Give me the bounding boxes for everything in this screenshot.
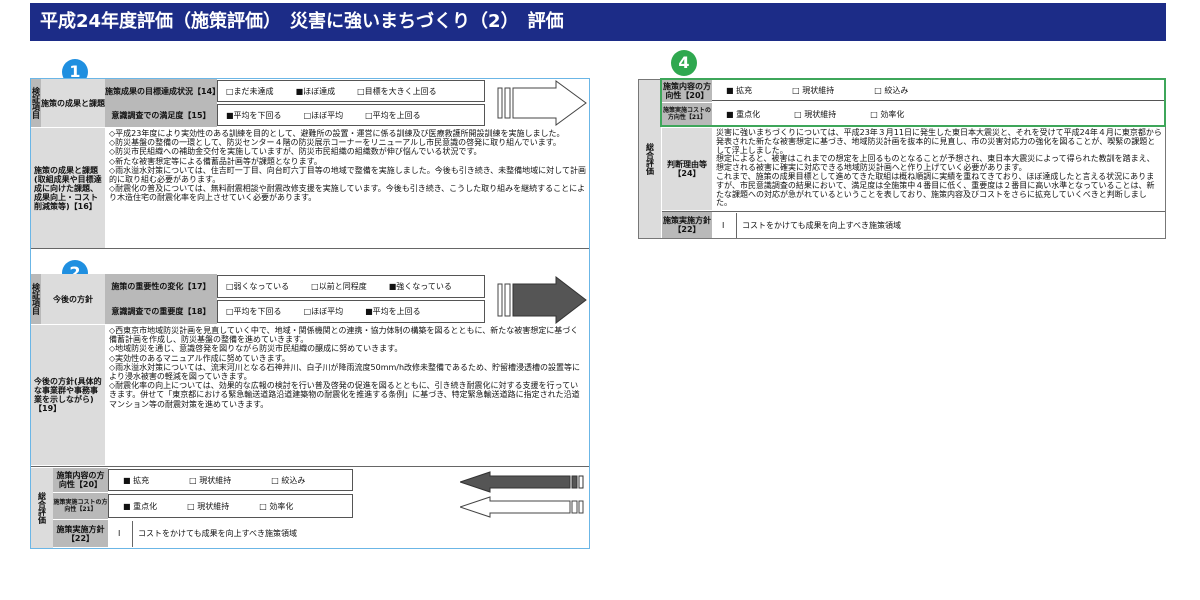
future-text: ◇西東京市地域防災計画を見直していく中で、地域・関係機関との連携・協力体制の構築… (106, 325, 589, 465)
text-line: ◇地域防災を通じ、意識啓発を図りながら防災市民組織の醸成に努めていきます。 (109, 344, 403, 354)
text-line: 想定によると、被害はこれまでの想定を上回るものとなることが予想され、東日本大震災… (716, 154, 1155, 173)
option-row: □弱くなっている □以前と同程度 ■強くなっている (217, 275, 485, 298)
row-label: 施策実施方針【22】 (662, 212, 712, 238)
row-label: 意識調査での重要度【18】 (105, 299, 217, 324)
text-line: ◇耐震化率の向上については、効果的な広報の検討を行い普及啓発の促進を図るとともに… (109, 381, 580, 409)
divider (662, 211, 1165, 212)
row-label: 施策実施方針【22】 (53, 520, 108, 547)
text-line: ◇耐震化の普及については、無料耐震相談や耐震改修支援を実施しています。今後も引き… (109, 184, 586, 203)
option[interactable]: □平均を下回る (226, 306, 282, 317)
policy-number: I (722, 221, 725, 230)
side-label: 総合評価 (31, 468, 53, 548)
side-label: 総合評価 (639, 80, 661, 238)
option[interactable]: □ 効率化 (870, 109, 904, 120)
option[interactable]: □まだ未達成 (226, 86, 274, 97)
option[interactable]: □ほぼ平均 (304, 306, 344, 317)
option[interactable]: □ 絞込み (271, 475, 305, 486)
option[interactable]: ■ほぼ達成 (296, 86, 336, 97)
outcome-text: ◇平成23年度により実効性のある訓練を目的として、避難所の設置・運営に係る訓練及… (106, 128, 589, 248)
policy-text: コストをかけても成果を向上すべき施策領域 (742, 221, 902, 230)
option-row: ■ 重点化 □ 現状維持 □ 効率化 (712, 104, 1164, 124)
row-label: 施策成果の目標達成状況【14】 (105, 79, 220, 103)
row-label: 意識調査での満足度【15】 (105, 103, 217, 127)
text-line: ◇平成23年度により実効性のある訓練を目的として、避難所の設置・運営に係る訓練及… (109, 129, 565, 138)
row-label: 施策実施コストの方向性【21】 (662, 103, 712, 125)
text-line: ◇雨水溢水対策については、流末河川となる石神井川、白子川が降雨流度50mm/h改… (109, 362, 580, 382)
trend-arrow-icon (497, 80, 587, 126)
text-line: ◇西東京市地域防災計画を見直していく中で、地域・関係機関との連携・協力体制の構築… (109, 326, 579, 345)
option-row: ■ 拡充 □ 現状維持 □ 絞込み (712, 81, 1164, 101)
page-title: 平成24年度評価（施策評価） 災害に強いまちづくり（2） 評価 (30, 3, 1166, 41)
divider (736, 213, 737, 238)
reason-text: 災害に強いまちづくりについては、平成23年３月11日に発生した東日本大震災と、そ… (713, 128, 1165, 210)
step-badge-4: 4 (671, 50, 697, 76)
option[interactable]: □ 現状維持 (794, 109, 836, 120)
option[interactable]: □ 現状維持 (792, 85, 834, 96)
divider (31, 248, 589, 249)
reason-label: 判断理由等【24】 (662, 128, 712, 210)
outcome-label: 施策の成果と課題(取組成果や目標達成に向けた課題、成果向上・コスト削減策等)【1… (31, 128, 105, 248)
text-line: 災害に強いまちづくりについては、平成23年３月11日に発生した東日本大震災と、そ… (716, 128, 1162, 155)
option[interactable]: ■ 重点化 (726, 109, 760, 120)
text-line: ◇雨水溢水対策については、住吉町一丁目、向台町六丁目等の地域で整備を実施しました… (109, 165, 586, 185)
row-label: 施策内容の方向性【20】 (53, 468, 108, 492)
divider (31, 466, 589, 467)
option[interactable]: ■ 重点化 (123, 501, 157, 512)
direction-arrows-icon (460, 471, 584, 518)
text-line: ◇新たな被害想定等による備蓄品計画等が課題となります。 (109, 156, 322, 166)
trend-arrow-icon (497, 276, 587, 324)
topic-label: 今後の方針 (41, 274, 105, 324)
text-line: ◇実効性のあるマニュアル作成に努めていきます。 (109, 353, 290, 363)
option[interactable]: ■平均を下回る (226, 110, 282, 121)
option[interactable]: □ほぼ平均 (304, 110, 344, 121)
option[interactable]: ■強くなっている (389, 281, 452, 292)
row-label: 施策内容の方向性【20】 (662, 80, 712, 102)
option[interactable]: □ 現状維持 (187, 501, 229, 512)
side-label: 検証項目 (31, 79, 41, 127)
option-row: ■ 拡充 □ 現状維持 □ 絞込み (108, 469, 353, 491)
option[interactable]: □ 効率化 (259, 501, 293, 512)
option[interactable]: □ 絞込み (874, 85, 908, 96)
row-label: 施策実施コストの方向性【21】 (53, 493, 108, 519)
option-row: □まだ未達成 ■ほぼ達成 □目標を大きく上回る (217, 80, 485, 102)
option[interactable]: ■平均を上回る (365, 306, 421, 317)
option[interactable]: □目標を大きく上回る (357, 86, 437, 97)
option[interactable]: ■ 拡充 (123, 475, 149, 486)
option-row: ■平均を下回る □ほぼ平均 □平均を上回る (217, 104, 485, 126)
option-row: ■ 重点化 □ 現状維持 □ 効率化 (108, 494, 353, 518)
future-label: 今後の方針(具体的な事業群や事務事業を示しながら)【19】 (31, 325, 105, 465)
text-line: ◇防災市民組織への補助金交付を実施していますが、防災市民組織の組織数が伸び悩んで… (109, 147, 482, 157)
row-label: 施策の重要性の変化【17】 (105, 274, 217, 299)
option[interactable]: □ 現状維持 (189, 475, 231, 486)
divider (132, 521, 133, 547)
policy-text: コストをかけても成果を向上すべき施策領域 (138, 529, 298, 538)
topic-label: 施策の成果と課題 (41, 79, 105, 127)
policy-number: I (118, 529, 121, 538)
side-label: 検証項目 (31, 274, 41, 324)
option-row: □平均を下回る □ほぼ平均 ■平均を上回る (217, 300, 485, 323)
option[interactable]: □以前と同程度 (311, 281, 367, 292)
option[interactable]: □弱くなっている (226, 281, 289, 292)
option[interactable]: □平均を上回る (365, 110, 421, 121)
option[interactable]: ■ 拡充 (726, 85, 752, 96)
text-line: これまで、施策の成果目標として進めてきた取組は概ね順調に実績を重ねてきており、ほ… (716, 171, 1155, 208)
